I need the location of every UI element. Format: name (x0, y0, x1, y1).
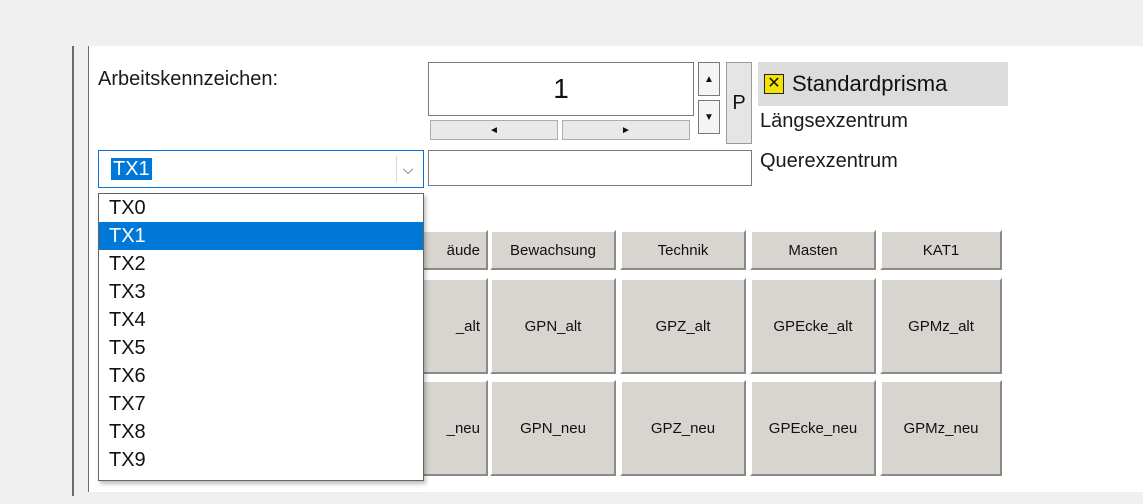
combo-selected-text: TX1 (111, 158, 152, 180)
p-button[interactable]: P (726, 62, 752, 144)
prism-label: Standardprisma (792, 71, 948, 96)
category-button-bewachsung[interactable]: Bewachsung (490, 230, 616, 270)
dropdown-option-tx0[interactable]: TX0 (99, 194, 423, 222)
scroll-left-icon: ◄ (489, 124, 499, 136)
category-button-technik[interactable]: Technik (620, 230, 746, 270)
point-button-gpz-alt[interactable]: GPZ_alt (620, 278, 746, 374)
dropdown-option-tx3[interactable]: TX3 (99, 278, 423, 306)
tx-combobox[interactable]: TX1 ⌵ (98, 150, 424, 188)
dropdown-option-tx9[interactable]: TX9 (99, 446, 423, 474)
tx-dropdown-list[interactable]: TX0 TX1 TX2 TX3 TX4 TX5 TX6 TX7 TX8 TX9 (98, 193, 424, 481)
inner-border-line (88, 46, 89, 492)
dropdown-option-tx4[interactable]: TX4 (99, 306, 423, 334)
point-button-gpmz-neu[interactable]: GPMz_neu (880, 380, 1002, 476)
prism-icon: ✕ (764, 74, 784, 94)
app-canvas: Arbeitskennzeichen: 1 ◄ ► ▲ ▼ P ✕ Standa… (0, 0, 1143, 504)
dropdown-option-tx1[interactable]: TX1 (99, 222, 423, 250)
arbeitskennzeichen-label: Arbeitskennzeichen: (98, 68, 279, 90)
horizontal-scrollbar[interactable]: ◄ ► (430, 120, 692, 142)
prism-selector[interactable]: ✕ Standardprisma (758, 62, 1008, 106)
dropdown-option-tx2[interactable]: TX2 (99, 250, 423, 278)
dropdown-option-tx7[interactable]: TX7 (99, 390, 423, 418)
category-button-masten[interactable]: Masten (750, 230, 876, 270)
point-button-gpn-neu[interactable]: GPN_neu (490, 380, 616, 476)
point-button-gpz-neu[interactable]: GPZ_neu (620, 380, 746, 476)
arrow-up-icon: ▲ (704, 73, 714, 85)
point-button-gpecke-alt[interactable]: GPEcke_alt (750, 278, 876, 374)
scroll-left-button[interactable]: ◄ (430, 120, 558, 140)
dropdown-option-tx5[interactable]: TX5 (99, 334, 423, 362)
chevron-down-icon[interactable]: ⌵ (396, 156, 419, 182)
arrow-down-icon: ▼ (704, 111, 714, 123)
left-border-line (72, 46, 74, 496)
spin-up-button[interactable]: ▲ (698, 62, 720, 96)
point-button-gpn-alt[interactable]: GPN_alt (490, 278, 616, 374)
scroll-right-button[interactable]: ► (562, 120, 690, 140)
point-button-gpmz-alt[interactable]: GPMz_alt (880, 278, 1002, 374)
scroll-right-icon: ► (621, 124, 631, 136)
querexzentrum-label: Querexzentrum (760, 150, 898, 172)
laengsexzentrum-label: Längsexzentrum (760, 110, 908, 132)
dropdown-option-tx6[interactable]: TX6 (99, 362, 423, 390)
number-field[interactable]: 1 (428, 62, 694, 116)
category-button-kat1[interactable]: KAT1 (880, 230, 1002, 270)
dropdown-option-tx8[interactable]: TX8 (99, 418, 423, 446)
querexzentrum-field[interactable] (428, 150, 752, 186)
point-button-gpecke-neu[interactable]: GPEcke_neu (750, 380, 876, 476)
spin-down-button[interactable]: ▼ (698, 100, 720, 134)
